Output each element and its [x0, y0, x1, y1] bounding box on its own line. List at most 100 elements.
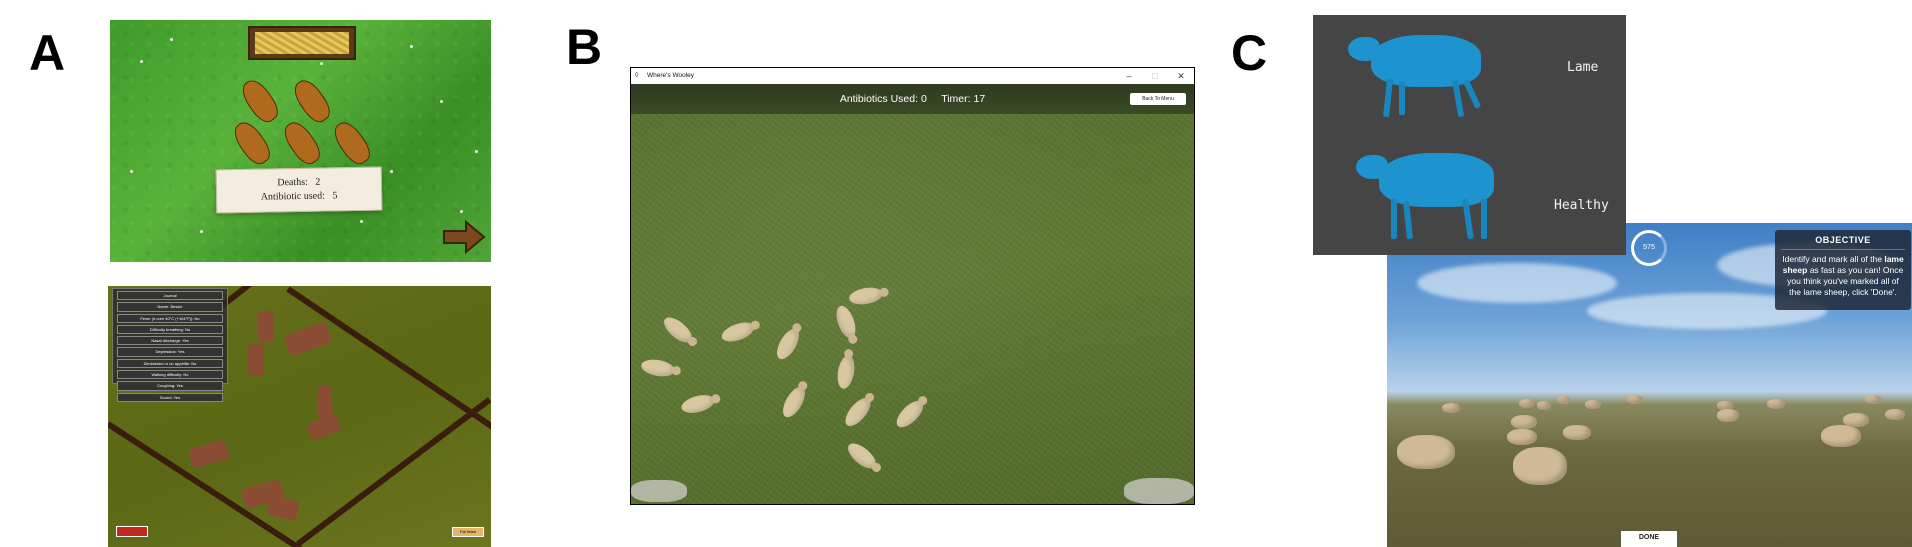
sheep[interactable]: [1507, 429, 1537, 445]
sheep-models-box: Lame Healthy: [1313, 15, 1626, 255]
sheep[interactable]: [1885, 409, 1905, 420]
sheep[interactable]: [1513, 447, 1567, 485]
journal-row: Depression: Yes: [117, 347, 223, 357]
journal-row: Journal: [117, 291, 223, 301]
sheep[interactable]: [1585, 400, 1601, 409]
sheep[interactable]: [843, 438, 881, 474]
cow-icon[interactable]: [248, 344, 264, 376]
sheep[interactable]: [679, 391, 717, 417]
cow-icon[interactable]: [318, 386, 332, 418]
sheep-leg: [1399, 81, 1405, 115]
game-window: ◊ Where's Wooley – □ ✕ Antibiotics Used:…: [630, 67, 1195, 505]
sheep[interactable]: [639, 357, 677, 379]
cow-icon[interactable]: [258, 311, 274, 341]
timer-ring: 575: [1631, 230, 1667, 266]
deaths-value: 2: [315, 176, 321, 188]
panel-label-b: B: [566, 19, 603, 75]
cow-icon[interactable]: [228, 117, 276, 169]
next-arrow-icon[interactable]: [442, 220, 486, 254]
sheep[interactable]: [659, 312, 697, 348]
journal-row: Name: Bessie: [117, 302, 223, 312]
healthy-label: Healthy: [1554, 198, 1609, 213]
finish-button[interactable]: Fat finish: [452, 527, 484, 537]
symptom-journal: Journal Name: Bessie Fever (# core 40°C …: [112, 288, 228, 402]
lame-label: Lame: [1567, 60, 1599, 75]
sheep[interactable]: [832, 303, 860, 341]
deaths-label: Deaths:: [277, 176, 308, 189]
sheep-leg: [1383, 78, 1393, 118]
sheep[interactable]: [892, 396, 928, 432]
antibiotic-value: 5: [332, 190, 338, 202]
rock: [631, 480, 687, 502]
done-button[interactable]: DONE: [1621, 531, 1677, 547]
pasture-view: [631, 114, 1194, 504]
objective-text-a: Identify and mark all of the: [1782, 254, 1882, 264]
sheep[interactable]: [1563, 425, 1591, 440]
sheep[interactable]: [1717, 409, 1739, 422]
sheep[interactable]: [1865, 395, 1881, 404]
sheep-leg: [1451, 78, 1465, 118]
sheep[interactable]: [1442, 403, 1460, 413]
back-to-menu-button[interactable]: Back To Menu: [1130, 93, 1186, 105]
journal-row: Difficulty breathing: No: [117, 324, 223, 335]
journal-row: Sound: Yes: [117, 392, 223, 402]
lame-sheep-model: [1343, 25, 1493, 125]
sheep[interactable]: [835, 353, 857, 391]
minimize-icon[interactable]: –: [1116, 68, 1142, 84]
sheep[interactable]: [1843, 413, 1869, 427]
sheep[interactable]: [1519, 399, 1535, 408]
sheep[interactable]: [1557, 396, 1571, 404]
timer-label: Timer:: [941, 93, 971, 105]
cow-icon[interactable]: [188, 439, 230, 469]
sheep-leg: [1403, 200, 1413, 240]
panel-label-a: A: [29, 25, 66, 81]
journal-row: Nasal discharge: Yes: [117, 336, 223, 346]
sheep[interactable]: [719, 318, 757, 346]
timer-value: 17: [973, 93, 986, 105]
sheep[interactable]: [847, 285, 885, 307]
healthy-sheep-model: [1353, 143, 1503, 248]
window-titlebar[interactable]: ◊ Where's Wooley – □ ✕: [631, 68, 1194, 84]
close-icon[interactable]: ✕: [1168, 68, 1194, 84]
rock: [1124, 478, 1194, 504]
panel-a-bottom-game: Journal Name: Bessie Fever (# core 40°C …: [108, 286, 491, 547]
cow-icon[interactable]: [288, 75, 336, 127]
journal-row: Diminished or no appetite: No: [117, 358, 223, 369]
cow-icon[interactable]: [265, 494, 301, 522]
objective-panel: OBJECTIVE Identify and mark all of the l…: [1775, 230, 1911, 310]
sheep-leg: [1391, 199, 1397, 239]
cow-icon[interactable]: [305, 413, 343, 441]
cow-icon[interactable]: [328, 117, 376, 169]
panel-label-c: C: [1231, 25, 1268, 81]
hay-trough: [248, 26, 356, 60]
sheep[interactable]: [1627, 395, 1643, 404]
red-action-button[interactable]: [116, 526, 148, 537]
score-note: Deaths: 2 Antibiotic used: 5: [215, 166, 383, 214]
sheep-field-scene: 575 OBJECTIVE Identify and mark all of t…: [1387, 223, 1912, 547]
antibiotics-value: 0: [920, 93, 927, 105]
unity-app-icon: ◊: [635, 72, 639, 79]
cow-icon[interactable]: [278, 117, 326, 169]
sheep[interactable]: [840, 393, 876, 431]
objective-text: Identify and mark all of the lame sheep …: [1775, 250, 1911, 302]
sheep-leg: [1481, 199, 1487, 239]
journal-row: Coughing: Yes: [117, 381, 223, 391]
sheep[interactable]: [1511, 415, 1537, 429]
maximize-icon[interactable]: □: [1142, 68, 1168, 84]
antibiotic-label: Antibiotic used:: [260, 190, 326, 203]
panel-a-top-game: Deaths: 2 Antibiotic used: 5: [110, 20, 491, 262]
sheep[interactable]: [1767, 399, 1785, 409]
sheep[interactable]: [1397, 435, 1455, 469]
cow-icon[interactable]: [236, 75, 284, 127]
journal-row: Fever (# core 40°C (+104°F)): No: [117, 313, 223, 323]
sheep[interactable]: [1821, 425, 1861, 447]
window-title: Where's Wooley: [647, 72, 694, 79]
cow-icon[interactable]: [283, 321, 333, 357]
objective-title: OBJECTIVE: [1781, 230, 1905, 250]
hud-bar: Antibiotics Used: 0 Timer: 17 Back To Me…: [631, 84, 1194, 114]
sheep[interactable]: [778, 383, 810, 421]
sheep-leg: [1462, 79, 1482, 109]
sheep[interactable]: [1537, 401, 1551, 410]
sheep[interactable]: [772, 325, 804, 363]
cloud: [1417, 263, 1617, 303]
